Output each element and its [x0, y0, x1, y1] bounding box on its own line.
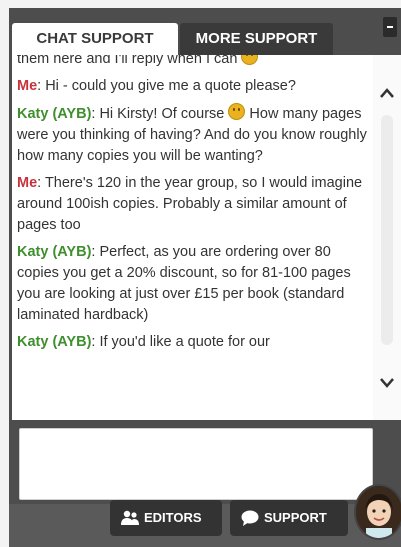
- scrollbar[interactable]: [373, 55, 401, 420]
- message: Katy (AYB): If you'd like a quote for ou…: [17, 332, 367, 353]
- tab-chat-support[interactable]: CHAT SUPPORT: [12, 23, 178, 55]
- support-button[interactable]: SUPPORT: [230, 500, 348, 536]
- chat-transcript: them here and I'll reply when I can Me: …: [12, 55, 401, 420]
- message-text: : Hi - could you give me a quote please?: [37, 78, 296, 94]
- sender-agent: Katy (AYB): [17, 334, 92, 350]
- message: Katy (AYB): Perfect, as you are ordering…: [17, 242, 367, 326]
- message: Katy (AYB): Hi Kirsty! Of course How man…: [17, 103, 367, 167]
- sender-me: Me: [17, 78, 38, 94]
- sender-agent: Katy (AYB): [17, 106, 92, 122]
- speech-bubble-icon: [241, 510, 259, 526]
- sender-agent: Katy (AYB): [17, 244, 92, 260]
- tab-more-support[interactable]: MORE SUPPORT: [180, 23, 333, 55]
- users-icon: [121, 510, 139, 525]
- message-list: them here and I'll reply when I can Me: …: [17, 55, 367, 359]
- message-text: : There's 120 in the year group, so I wo…: [17, 175, 363, 233]
- chevron-down-icon[interactable]: [377, 373, 397, 393]
- editors-button[interactable]: EDITORS: [110, 500, 222, 536]
- chevron-up-icon[interactable]: [377, 83, 397, 103]
- message: them here and I'll reply when I can: [17, 55, 367, 70]
- support-label: SUPPORT: [264, 510, 327, 525]
- message-input[interactable]: [19, 428, 373, 500]
- scroll-thumb[interactable]: [381, 115, 393, 345]
- message-text: : Hi Kirsty! Of course: [91, 106, 229, 122]
- message: Me: Hi - could you give me a quote pleas…: [17, 76, 367, 97]
- message-text: them here and I'll reply when I can: [17, 55, 242, 67]
- minimize-icon[interactable]: [383, 17, 397, 37]
- sender-me: Me: [17, 175, 38, 191]
- chat-widget: CHAT SUPPORT MORE SUPPORT them here and …: [9, 8, 401, 547]
- agent-avatar[interactable]: [354, 484, 401, 540]
- smiley-emoji-icon: [241, 55, 259, 65]
- message-text: : If you'd like a quote for our: [91, 334, 270, 350]
- editors-label: EDITORS: [144, 510, 202, 525]
- message: Me: There's 120 in the year group, so I …: [17, 173, 367, 236]
- tab-bar: CHAT SUPPORT MORE SUPPORT: [9, 17, 401, 55]
- smiley-emoji-icon: [228, 103, 246, 120]
